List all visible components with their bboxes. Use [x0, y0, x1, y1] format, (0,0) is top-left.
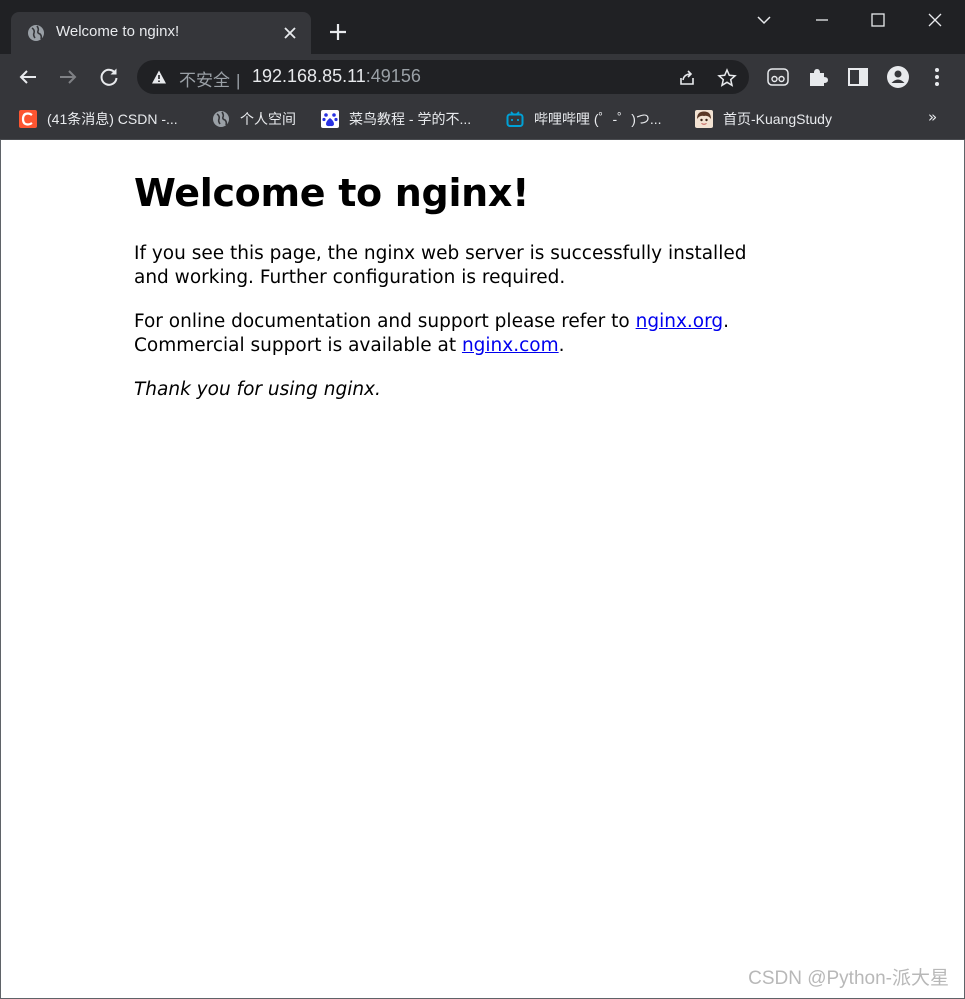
tab-strip: Welcome to nginx!	[0, 0, 965, 54]
minimize-window-button[interactable]	[810, 8, 834, 32]
bookmark-label: 首页-KuangStudy	[723, 111, 832, 127]
globe-icon	[28, 25, 44, 41]
address-bar[interactable]: 不安全 | 192.168.85.11:49156	[137, 60, 749, 94]
bookmark-label: 哔哩哔哩 (゜-゜)つ...	[534, 111, 662, 127]
profile-avatar-icon[interactable]	[886, 65, 910, 89]
bookmark-label: 个人空间	[240, 111, 296, 127]
bookmark-star-icon[interactable]	[717, 68, 737, 88]
globe-icon	[213, 111, 229, 127]
commercial-period: .	[558, 335, 565, 356]
intro-paragraph: If you see this page, the nginx web serv…	[134, 243, 747, 288]
extensions-puzzle-icon[interactable]	[806, 65, 830, 89]
bookmark-bilibili[interactable]: 哔哩哔哩 (゜-゜)つ...	[506, 108, 662, 130]
browser-window-chrome: Welcome to nginx! 不安全 | 192.168.85.11:49…	[0, 0, 965, 140]
bookmarks-bar: (41条消息) CSDN -... 个人空间 菜鸟教程 - 学的不... 哔哩哔…	[0, 100, 965, 140]
close-window-button[interactable]	[923, 8, 947, 32]
page-heading: Welcome to nginx!	[134, 171, 530, 215]
security-status-label[interactable]: 不安全 |	[179, 66, 240, 91]
tab-title: Welcome to nginx!	[56, 23, 180, 40]
new-tab-button[interactable]	[327, 21, 349, 43]
bookmark-kuangstudy[interactable]: 首页-KuangStudy	[695, 108, 832, 130]
nginx-com-link[interactable]: nginx.com	[462, 335, 559, 356]
browser-toolbar: 不安全 | 192.168.85.11:49156	[0, 54, 965, 100]
commercial-text: Commercial support is available at	[134, 335, 462, 356]
watermark: CSDN @Python-派大星	[748, 968, 949, 989]
url-port: :49156	[365, 66, 421, 86]
insecure-text: 不安全	[179, 71, 230, 90]
address-separator: |	[236, 71, 241, 90]
baidu-paw-icon	[321, 110, 339, 128]
bookmark-csdn[interactable]: (41条消息) CSDN -...	[19, 108, 178, 130]
csdn-icon	[19, 110, 37, 128]
side-panel-icon[interactable]	[846, 65, 870, 89]
reload-icon[interactable]	[97, 65, 121, 89]
tab-search-chevron-icon[interactable]	[752, 8, 776, 32]
maximize-window-button[interactable]	[866, 8, 890, 32]
nginx-welcome-page: Welcome to nginx! If you see this page, …	[134, 170, 774, 422]
bookmark-runoob[interactable]: 菜鸟教程 - 学的不...	[321, 108, 471, 130]
share-icon[interactable]	[677, 68, 697, 88]
close-tab-icon[interactable]	[282, 25, 298, 41]
reading-mode-extension-icon[interactable]	[766, 65, 790, 89]
warning-icon[interactable]	[151, 69, 167, 85]
nginx-org-link[interactable]: nginx.org	[636, 311, 724, 332]
thanks-text: Thank you for using nginx.	[134, 379, 381, 400]
back-arrow-icon[interactable]	[16, 65, 40, 89]
page-viewport: Welcome to nginx! If you see this page, …	[0, 140, 965, 999]
docs-paragraph: For online documentation and support ple…	[134, 310, 774, 358]
bookmark-label: 菜鸟教程 - 学的不...	[349, 111, 472, 127]
forward-arrow-icon[interactable]	[56, 65, 80, 89]
docs-text: For online documentation and support ple…	[134, 311, 636, 332]
bilibili-icon	[506, 111, 524, 127]
url-text[interactable]: 192.168.85.11:49156	[252, 66, 421, 87]
bookmark-personal-space[interactable]: 个人空间	[212, 108, 296, 130]
bookmark-label: (41条消息) CSDN -...	[47, 111, 178, 127]
avatar-icon	[695, 110, 713, 128]
tab-welcome-to-nginx[interactable]: Welcome to nginx!	[11, 12, 311, 54]
bookmarks-overflow-button[interactable]: »	[928, 108, 937, 126]
docs-period: .	[723, 311, 730, 332]
menu-kebab-icon[interactable]	[925, 65, 949, 89]
thanks-paragraph: Thank you for using nginx.	[134, 378, 774, 402]
url-host: 192.168.85.11	[252, 66, 366, 86]
